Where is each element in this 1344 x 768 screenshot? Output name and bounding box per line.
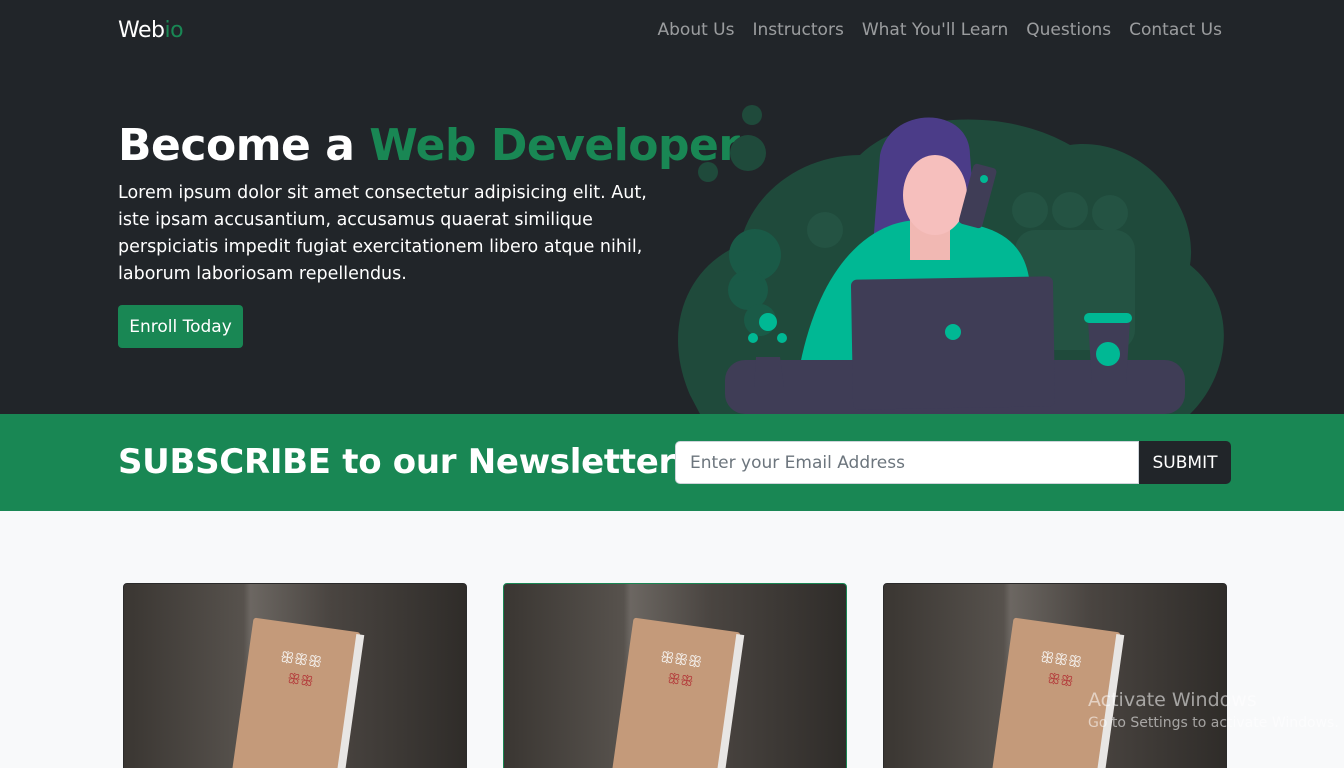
newsletter-section: SUBSCRIBE to our Newsletter SUBMIT: [0, 414, 1344, 511]
nav-about-us[interactable]: About Us: [658, 20, 735, 40]
enroll-today-button[interactable]: Enroll Today: [118, 305, 243, 348]
hero-description: Lorem ipsum dolor sit amet consectetur a…: [118, 183, 647, 284]
activate-windows-title: Activate Windows: [1088, 689, 1257, 711]
nav-instructors[interactable]: Instructors: [752, 20, 843, 40]
nav-what-youll-learn[interactable]: What You'll Learn: [862, 20, 1008, 40]
hero-title-main: Become a: [118, 120, 370, 171]
activate-windows-subtitle: Go to Settings to activate Windows.: [1088, 715, 1339, 731]
brand-name-accent: io: [164, 18, 184, 43]
course-card[interactable]: ꕥꕥꕥ ꕥꕥ: [883, 583, 1227, 768]
course-card[interactable]: ꕥꕥꕥ ꕥꕥ: [503, 583, 847, 768]
course-card[interactable]: ꕥꕥꕥ ꕥꕥ: [123, 583, 467, 768]
book-image: ꕥꕥꕥ ꕥꕥ: [231, 617, 365, 768]
nav-questions[interactable]: Questions: [1026, 20, 1111, 40]
submit-button[interactable]: SUBMIT: [1139, 441, 1231, 484]
book-image: ꕥꕥꕥ ꕥꕥ: [611, 617, 745, 768]
nav-links: About Us Instructors What You'll Learn Q…: [658, 20, 1223, 40]
navbar: Webio About Us Instructors What You'll L…: [0, 0, 1344, 64]
email-input[interactable]: [675, 441, 1139, 484]
newsletter-title: SUBSCRIBE to our Newsletter: [118, 442, 675, 482]
nav-contact-us[interactable]: Contact Us: [1129, 20, 1222, 40]
book-image: ꕥꕥꕥ ꕥꕥ: [991, 617, 1125, 768]
hero-section: Webio About Us Instructors What You'll L…: [0, 0, 1344, 414]
brand-logo[interactable]: Webio: [118, 18, 184, 43]
developer-illustration: [678, 105, 1224, 414]
hero-title: Become a Web Developer: [118, 120, 740, 171]
brand-name: Web: [118, 18, 165, 43]
